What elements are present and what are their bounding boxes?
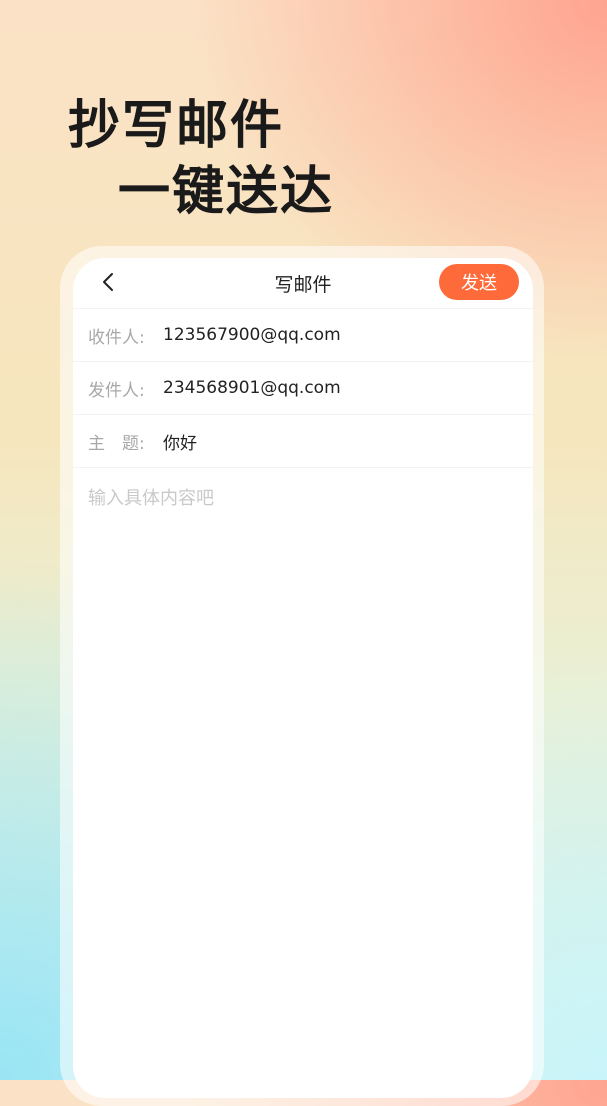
subject-value[interactable]: 你好 — [163, 429, 197, 454]
from-label: 发件人: — [88, 380, 145, 401]
to-field[interactable]: 收件人: 123567900@qq.com — [73, 309, 533, 362]
subject-field[interactable]: 主 题: 你好 — [73, 415, 533, 468]
from-field[interactable]: 发件人: 234568901@qq.com — [73, 362, 533, 415]
subject-label: 主 题: — [88, 433, 145, 454]
from-value[interactable]: 234568901@qq.com — [163, 378, 341, 398]
body-input[interactable] — [73, 468, 533, 1068]
to-value[interactable]: 123567900@qq.com — [163, 325, 341, 345]
headline-line-1: 抄写邮件 — [68, 96, 285, 156]
headline-line-2: 一键送达 — [118, 162, 335, 222]
to-label: 收件人: — [88, 327, 145, 348]
nav-bar: 写邮件 发送 — [73, 258, 533, 309]
compose-screen: 写邮件 发送 收件人: 123567900@qq.com 发件人: 234568… — [73, 258, 533, 1098]
send-button[interactable]: 发送 — [439, 264, 519, 300]
